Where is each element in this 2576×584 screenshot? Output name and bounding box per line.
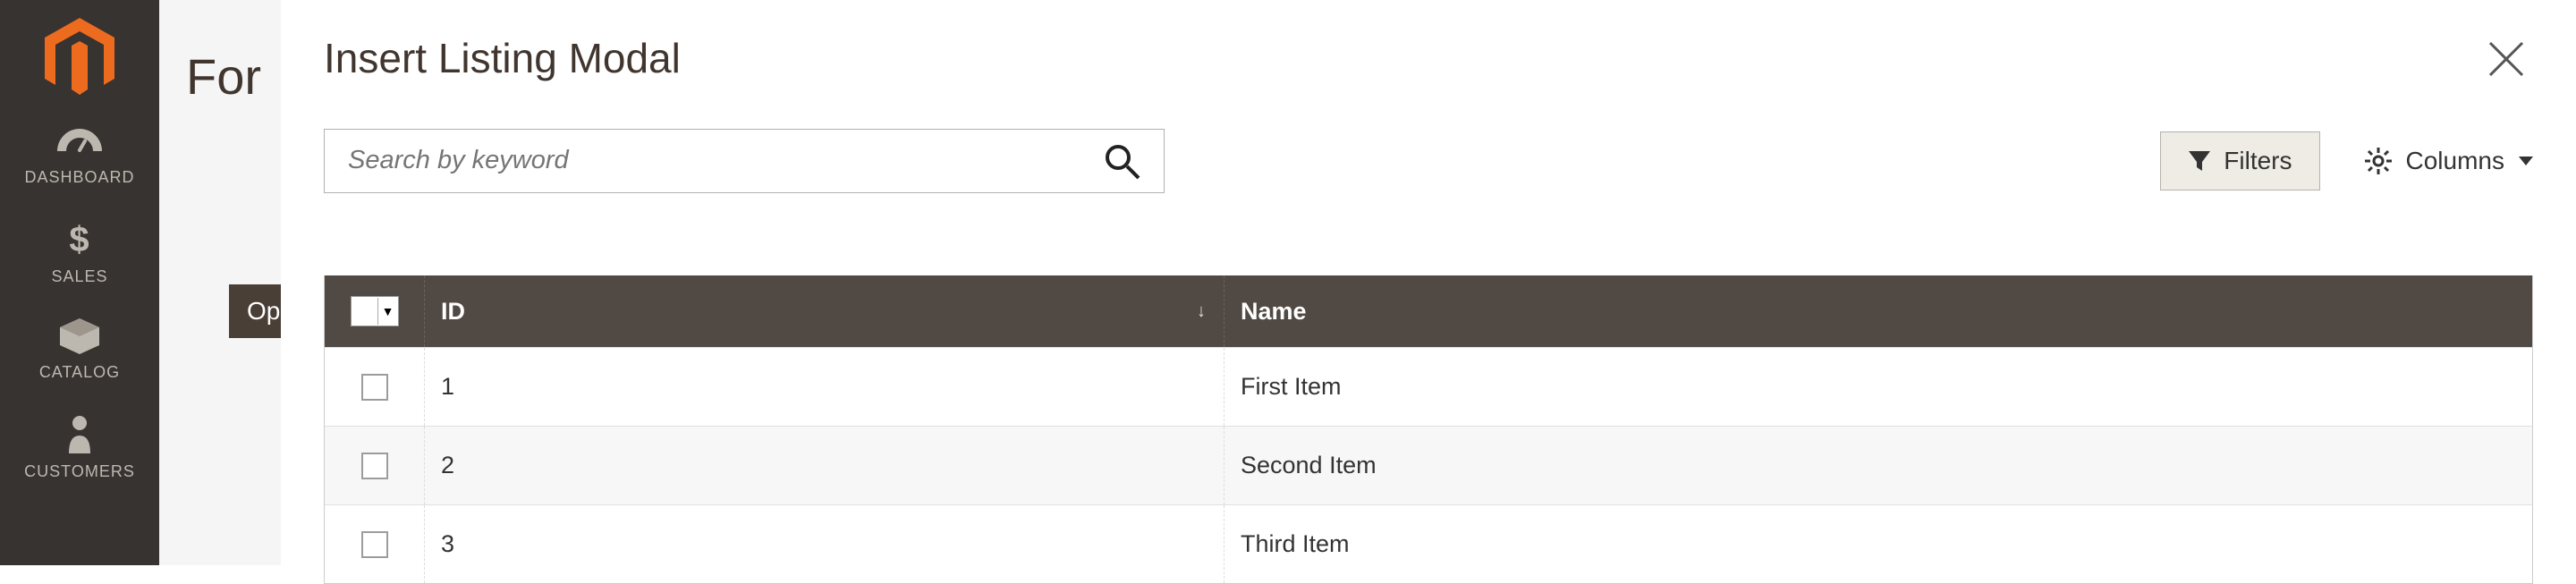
toolbar-right: Filters Columns — [2160, 131, 2533, 190]
magento-logo-icon — [45, 18, 114, 98]
gear-icon — [2365, 148, 2392, 174]
columns-label: Columns — [2406, 147, 2504, 175]
modal-toolbar: Filters Columns — [324, 127, 2533, 194]
dollar-icon: $ — [67, 219, 92, 258]
select-all-header[interactable]: ▼ — [325, 275, 425, 347]
nav-sales[interactable]: $ SALES — [0, 207, 159, 306]
checkbox-box — [352, 298, 378, 325]
search-input[interactable] — [348, 146, 1085, 175]
nav-label: SALES — [51, 267, 107, 286]
person-icon — [67, 414, 92, 453]
column-header-id[interactable]: ID ↓ — [425, 275, 1224, 347]
cell-id: 2 — [425, 427, 1224, 504]
search-icon[interactable] — [1103, 142, 1140, 180]
checkbox-icon — [361, 374, 388, 401]
checkbox-icon — [361, 531, 388, 558]
column-header-name[interactable]: Name — [1224, 275, 2532, 347]
select-all-checkbox[interactable]: ▼ — [351, 296, 399, 326]
cell-name: Third Item — [1224, 505, 2532, 583]
nav-dashboard[interactable]: DASHBOARD — [0, 116, 159, 207]
caret-down-icon — [2519, 157, 2533, 165]
modal-close-button[interactable] — [2479, 32, 2533, 86]
filters-label: Filters — [2224, 147, 2292, 175]
checkbox-icon — [361, 453, 388, 479]
magento-logo — [0, 0, 159, 116]
cell-name: First Item — [1224, 348, 2532, 426]
box-icon — [60, 318, 99, 354]
row-checkbox-cell[interactable] — [325, 505, 425, 583]
cell-id: 1 — [425, 348, 1224, 426]
modal-title: Insert Listing Modal — [324, 34, 681, 82]
listing-table: ▼ ID ↓ Name 1 First Item 2 Second Item — [324, 275, 2533, 584]
caret-down-icon: ▼ — [378, 304, 398, 318]
columns-button[interactable]: Columns — [2365, 147, 2533, 175]
search-field-wrapper — [324, 129, 1165, 193]
row-checkbox-cell[interactable] — [325, 427, 425, 504]
table-header-row: ▼ ID ↓ Name — [325, 275, 2532, 347]
gauge-icon — [57, 129, 102, 159]
cell-id: 3 — [425, 505, 1224, 583]
svg-text:$: $ — [69, 220, 89, 258]
sort-desc-icon: ↓ — [1197, 301, 1206, 322]
table-row[interactable]: 3 Third Item — [325, 504, 2532, 583]
nav-catalog[interactable]: CATALOG — [0, 306, 159, 402]
column-label: Name — [1241, 298, 1307, 326]
table-body: 1 First Item 2 Second Item 3 Third Item — [325, 347, 2532, 583]
nav-label: CATALOG — [39, 363, 120, 382]
cell-name: Second Item — [1224, 427, 2532, 504]
row-checkbox-cell[interactable] — [325, 348, 425, 426]
insert-listing-modal: Insert Listing Modal Filters — [281, 0, 2576, 565]
admin-sidebar: DASHBOARD $ SALES CATALOG CUSTOMERS — [0, 0, 159, 565]
page-title: For — [186, 47, 261, 106]
table-row[interactable]: 2 Second Item — [325, 426, 2532, 504]
filters-button[interactable]: Filters — [2160, 131, 2319, 190]
nav-customers[interactable]: CUSTOMERS — [0, 402, 159, 501]
nav-label: CUSTOMERS — [24, 462, 135, 481]
close-icon — [2487, 39, 2526, 79]
column-label: ID — [441, 298, 465, 326]
nav-label: DASHBOARD — [24, 168, 134, 187]
funnel-icon — [2188, 149, 2211, 173]
table-row[interactable]: 1 First Item — [325, 347, 2532, 426]
